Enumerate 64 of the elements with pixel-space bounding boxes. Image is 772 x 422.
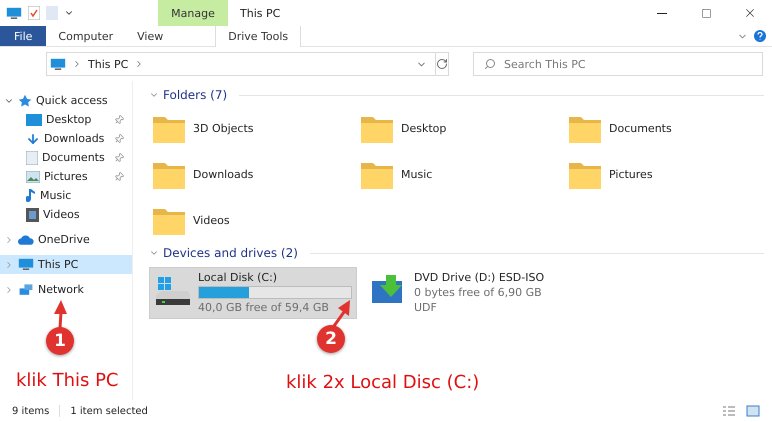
ribbon-tab[interactable]: Computer xyxy=(46,26,126,46)
folder-item[interactable]: Videos xyxy=(151,197,359,243)
folder-item[interactable]: Downloads xyxy=(151,151,359,197)
folder-item[interactable]: 3D Objects xyxy=(151,105,359,151)
breadcrumb[interactable]: This PC xyxy=(88,58,128,70)
sidebar-item[interactable]: OneDrive xyxy=(0,230,132,249)
film-icon xyxy=(26,208,39,222)
folder-item[interactable]: Desktop xyxy=(359,105,567,151)
step-caption: klik 2x Local Disc (C:) xyxy=(286,372,480,393)
group-heading[interactable]: Folders (7) xyxy=(163,88,228,102)
file-menu-button[interactable]: File xyxy=(0,26,46,46)
music-note-icon xyxy=(26,188,36,202)
image-icon xyxy=(26,170,40,182)
ribbon-tab[interactable]: View xyxy=(125,26,176,46)
minimize-icon xyxy=(657,12,667,14)
sidebar-item[interactable]: Desktop xyxy=(0,110,132,129)
context-tab-header: Manage xyxy=(158,0,228,26)
document-icon xyxy=(26,150,38,164)
cloud-icon xyxy=(18,234,34,244)
folder-item[interactable]: Music xyxy=(359,151,567,197)
maximize-icon xyxy=(700,8,712,18)
sidebar-item[interactable]: Quick access xyxy=(0,91,132,110)
computer-icon xyxy=(18,258,34,271)
annotation-arrow xyxy=(332,300,350,327)
ribbon-tab[interactable]: Drive Tools xyxy=(215,26,302,47)
step-caption: klik This PC xyxy=(16,370,118,391)
item-count: 9 items xyxy=(12,406,50,416)
step-badge: 2 xyxy=(317,325,345,353)
drive-item[interactable]: DVD Drive (D:) ESD-ISO 0 bytes free of 6,90 GB UDF xyxy=(365,267,565,319)
sidebar-item[interactable]: This PC xyxy=(0,255,132,274)
sidebar-item[interactable]: Pictures xyxy=(0,167,132,186)
sidebar-item[interactable]: Videos xyxy=(0,205,132,224)
window-title: This PC xyxy=(239,6,282,20)
address-bar[interactable]: This PC xyxy=(46,52,436,76)
search-icon xyxy=(484,58,496,70)
file-system: UDF xyxy=(414,301,438,314)
details-view-icon[interactable] xyxy=(722,405,736,417)
sidebar-item[interactable]: Downloads xyxy=(0,129,132,148)
properties-icon[interactable] xyxy=(28,6,40,20)
refresh-icon xyxy=(436,58,448,70)
computer-icon xyxy=(50,58,66,70)
sidebar-item[interactable]: Documents xyxy=(0,148,132,167)
folder-item[interactable]: Pictures xyxy=(567,151,767,197)
annotation-arrow xyxy=(54,300,67,328)
sidebar-item[interactable]: Network xyxy=(0,280,132,299)
star-icon xyxy=(18,94,32,108)
computer-icon xyxy=(6,6,22,20)
help-icon[interactable] xyxy=(754,30,766,42)
sidebar-item[interactable]: Music xyxy=(0,186,132,205)
step-badge: 1 xyxy=(46,327,74,355)
refresh-button[interactable] xyxy=(436,52,449,76)
download-icon xyxy=(26,132,40,146)
large-icons-view-icon[interactable] xyxy=(746,405,760,417)
selection-count: 1 item selected xyxy=(70,406,148,416)
drive-space: 40,0 GB free of 59,4 GB xyxy=(198,301,330,314)
drive-name: Local Disk (C:) xyxy=(198,271,278,284)
drive-space: 0 bytes free of 6,90 GB xyxy=(414,286,543,299)
search-field[interactable]: Search This PC xyxy=(473,52,763,76)
desktop-icon xyxy=(26,114,42,126)
network-icon xyxy=(18,282,34,296)
drive-name: DVD Drive (D:) ESD-ISO xyxy=(414,271,546,284)
folder-item[interactable]: Documents xyxy=(567,105,767,151)
group-heading[interactable]: Devices and drives (2) xyxy=(163,246,298,260)
drive-item[interactable]: Local Disk (C:) 40,0 GB free of 59,4 GB xyxy=(149,267,357,319)
